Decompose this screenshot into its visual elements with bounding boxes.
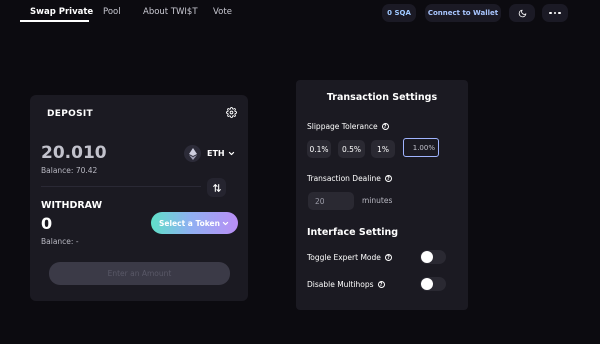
- slippage-option-0-1[interactable]: 0.1%: [307, 140, 331, 158]
- deposit-title: DEPOSIT: [47, 109, 93, 119]
- eth-icon[interactable]: [184, 145, 201, 162]
- sqa-balance-badge[interactable]: 0 SQA: [382, 4, 416, 22]
- chevron-down-icon[interactable]: [228, 150, 235, 157]
- expert-mode-toggle[interactable]: [420, 250, 446, 264]
- theme-toggle-button[interactable]: [509, 4, 535, 22]
- expert-mode-label: Toggle Expert Mode: [307, 253, 381, 262]
- deadline-label: Transaction Dealine: [307, 174, 381, 183]
- tab-vote[interactable]: Vote: [213, 7, 232, 17]
- divider: [41, 186, 201, 187]
- tab-pool[interactable]: Pool: [103, 7, 121, 17]
- slippage-option-1[interactable]: 1%: [371, 140, 395, 158]
- withdraw-title: WITHDRAW: [41, 200, 103, 211]
- settings-title: Transaction Settings: [326, 92, 438, 103]
- select-token-button[interactable]: Select a Token: [151, 212, 238, 234]
- more-menu-button[interactable]: [542, 4, 568, 22]
- multihops-label: Disable Multihops: [307, 280, 374, 289]
- deadline-input[interactable]: 20: [308, 192, 354, 210]
- withdraw-amount-input[interactable]: 0: [41, 214, 52, 233]
- chevron-down-icon: [222, 221, 229, 226]
- info-icon[interactable]: ?: [384, 254, 392, 261]
- connect-wallet-button[interactable]: Connect to Wallet: [425, 4, 501, 22]
- gear-icon[interactable]: [226, 107, 237, 118]
- info-icon[interactable]: ?: [381, 123, 389, 130]
- enter-amount-button[interactable]: Enter an Amount: [49, 262, 230, 285]
- select-token-label: Select a Token: [159, 218, 220, 228]
- swap-direction-button[interactable]: [207, 178, 226, 197]
- multihops-row: Disable Multihops ?: [307, 280, 385, 289]
- tab-swap-private[interactable]: Swap Private: [30, 7, 93, 17]
- withdraw-balance: Balance: -: [41, 237, 79, 246]
- expert-mode-row: Toggle Expert Mode ?: [307, 253, 392, 262]
- slippage-option-0-5[interactable]: 0.5%: [338, 140, 365, 158]
- deposit-amount-input[interactable]: 20.010: [41, 143, 107, 163]
- deadline-label-row: Transaction Dealine ?: [307, 174, 392, 183]
- toggle-knob: [421, 251, 433, 263]
- toggle-knob: [421, 278, 433, 290]
- multihops-toggle[interactable]: [420, 277, 446, 291]
- deposit-token-selector[interactable]: ETH: [207, 149, 225, 158]
- moon-icon: [518, 9, 526, 17]
- more-dots-icon: [549, 11, 561, 15]
- slippage-label-row: Slippage Tolerance ?: [307, 122, 389, 131]
- transaction-settings-panel: Transaction Settings Slippage Tolerance …: [296, 80, 468, 310]
- active-tab-underline: [20, 20, 89, 22]
- info-icon[interactable]: ?: [384, 175, 392, 182]
- info-icon[interactable]: ?: [377, 281, 385, 288]
- swap-arrows-icon: [212, 183, 221, 192]
- deadline-unit: minutes: [362, 196, 393, 205]
- enter-amount-label: Enter an Amount: [107, 269, 172, 278]
- swap-card: DEPOSIT 20.010 Balance: 70.42 ETH WITHDR…: [30, 95, 248, 301]
- interface-setting-title: Interface Setting: [307, 227, 399, 238]
- deposit-balance: Balance: 70.42: [41, 166, 98, 175]
- tab-about[interactable]: About TWI$T: [143, 7, 198, 17]
- slippage-custom-input[interactable]: 1.00%: [403, 138, 439, 157]
- slippage-label: Slippage Tolerance: [307, 122, 378, 131]
